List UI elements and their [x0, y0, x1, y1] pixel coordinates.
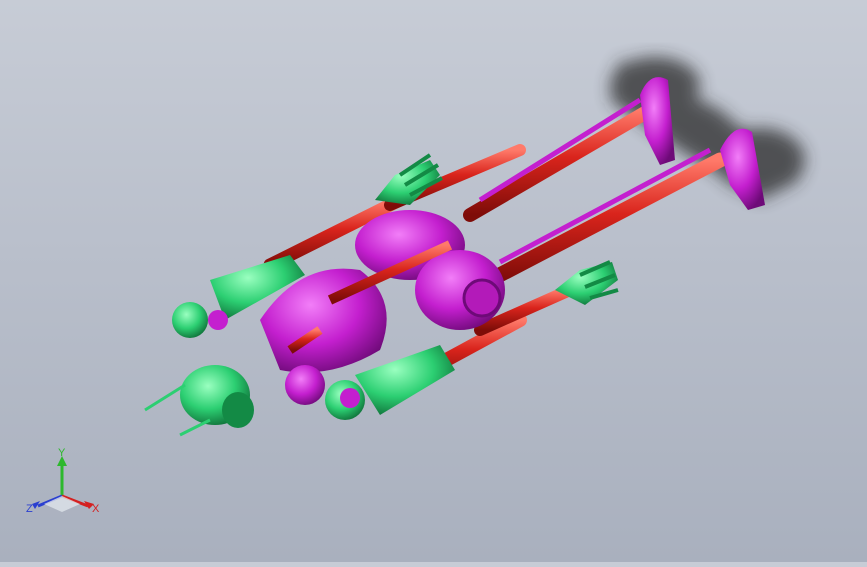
y-axis-label: Y: [58, 447, 66, 459]
pelvis-gear: [462, 278, 502, 318]
floor-shadow: [610, 57, 805, 200]
neck-joint: [285, 365, 325, 405]
z-axis-label: Z: [26, 503, 33, 515]
3d-viewport[interactable]: [0, 0, 867, 562]
antenna: [179, 418, 211, 437]
x-axis-label: X: [92, 503, 100, 515]
robot-model-render[interactable]: [0, 0, 867, 562]
orientation-triad: Y Z X: [26, 447, 100, 515]
head-face: [222, 392, 254, 428]
triad-base: [44, 496, 80, 512]
antenna: [144, 383, 186, 412]
leg-link: [478, 97, 642, 203]
upper-hand: [375, 153, 443, 205]
near-leg[interactable]: [482, 128, 765, 288]
head[interactable]: [144, 365, 325, 437]
